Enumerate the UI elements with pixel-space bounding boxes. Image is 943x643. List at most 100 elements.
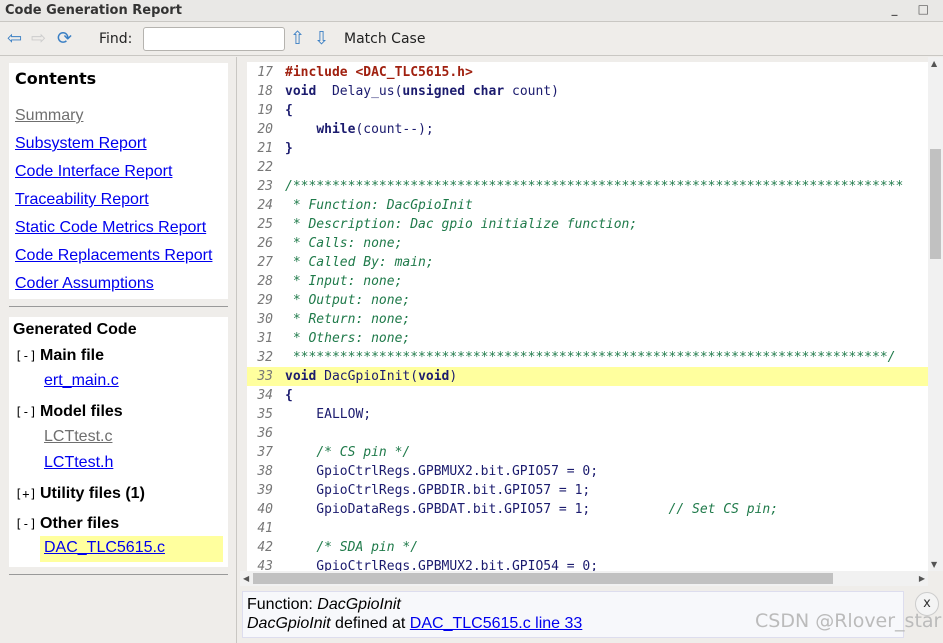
line-number: 26 [257, 236, 273, 251]
code-text: * Description: Dac gpio initialize funct… [285, 215, 637, 234]
code-line: 39 GpioCtrlRegs.GPBDIR.bit.GPIO57 = 1; [247, 481, 928, 500]
code-line: 30 * Return: none; [247, 310, 928, 329]
code-text: /* CS pin */ [285, 443, 410, 462]
code-line: 36 [247, 424, 928, 443]
code-text: #include <DAC_TLC5615.h> [285, 63, 473, 82]
divider [9, 574, 228, 575]
toolbar: ⇦ ⇨ ⟳ Find: ⇧ ⇩ Match Case [0, 23, 943, 56]
link-summary[interactable]: Summary [15, 107, 83, 125]
window-title: Code Generation Report [5, 3, 182, 18]
comment: * Return: none; [285, 312, 411, 327]
keyword: unsigned [402, 84, 466, 99]
code-text: * Others: none; [285, 329, 410, 348]
line-number: 41 [257, 521, 273, 536]
keyword: void [418, 369, 450, 384]
line-number: 38 [257, 464, 273, 479]
line-number: 37 [257, 445, 273, 460]
code-text: * Calls: none; [285, 234, 403, 253]
code-text: * Function: DacGpioInit [285, 196, 473, 215]
contents-heading: Contents [15, 69, 97, 88]
line-number: 42 [257, 540, 273, 555]
link-traceability-report[interactable]: Traceability Report [15, 191, 149, 209]
comment: * Output: none; [285, 293, 411, 308]
horizontal-scrollbar[interactable]: ◀ ▶ [240, 571, 928, 586]
code-text: void Delay_us(unsigned char count) [285, 82, 559, 101]
line-number: 24 [257, 198, 273, 213]
code-line: 31 * Others: none; [247, 329, 928, 348]
navigation-pane: Contents Summary Subsystem Report Code I… [0, 57, 237, 643]
function-name: DacGpioInit [317, 596, 401, 613]
code-token: GpioCtrlRegs.GPBMUX2.bit.GPIO57 = 0; [285, 464, 599, 479]
line-number: 35 [257, 407, 273, 422]
link-coder-assumptions[interactable]: Coder Assumptions [15, 275, 154, 293]
code-token: count) [504, 84, 559, 99]
code-line: 40 GpioDataRegs.GPBDAT.bit.GPIO57 = 1; /… [247, 500, 928, 519]
forward-icon[interactable]: ⇨ [31, 29, 46, 49]
code-token: GpioCtrlRegs.GPBDIR.bit.GPIO57 = 1; [285, 483, 591, 498]
main-file-toggle[interactable]: [-] [15, 349, 37, 363]
keyword: { [285, 388, 293, 403]
file-link-lcttest-h[interactable]: LCTtest.h [44, 454, 113, 472]
find-next-icon[interactable]: ⇩ [314, 29, 329, 49]
main-file-heading: Main file [40, 347, 105, 364]
code-text: GpioCtrlRegs.GPBMUX2.bit.GPIO54 = 0; [285, 557, 598, 571]
line-number: 19 [257, 103, 273, 118]
comment: * Input: none; [285, 274, 403, 289]
line-number: 22 [257, 160, 273, 175]
definition-link[interactable]: DAC_TLC5615.c line 33 [410, 615, 583, 632]
utility-files-heading: Utility files (1) [40, 485, 145, 502]
generated-code-panel: Generated Code [-] Main file ert_main.c … [9, 317, 228, 567]
code-line: 28 * Input: none; [247, 272, 928, 291]
code-line: 24 * Function: DacGpioInit [247, 196, 928, 215]
code-line: 29 * Output: none; [247, 291, 928, 310]
line-number: 23 [257, 179, 273, 194]
code-line: 35 EALLOW; [247, 405, 928, 424]
code-line: 33 void DacGpioInit(void) [247, 367, 928, 386]
keyword: } [285, 141, 293, 156]
horizontal-scroll-thumb[interactable] [253, 573, 833, 584]
code-token: Delay_us( [316, 84, 403, 99]
window-controls[interactable]: _ □ [891, 2, 937, 16]
find-label: Find: [99, 31, 133, 47]
code-line: 17 #include <DAC_TLC5615.h> [247, 63, 928, 82]
file-link-dac-tlc5615-c[interactable]: DAC_TLC5615.c [44, 539, 165, 557]
link-code-interface-report[interactable]: Code Interface Report [15, 163, 172, 181]
utility-files-toggle[interactable]: [+] [15, 487, 37, 501]
find-input[interactable] [143, 27, 285, 51]
line-number: 39 [257, 483, 273, 498]
model-files-heading: Model files [40, 403, 123, 420]
file-link-lcttest-c[interactable]: LCTtest.c [44, 428, 112, 446]
vertical-scrollbar[interactable]: ▲ ▼ [928, 57, 943, 571]
match-case-toggle[interactable]: Match Case [344, 31, 425, 47]
divider [9, 306, 228, 307]
line-number: 17 [257, 65, 273, 80]
refresh-icon[interactable]: ⟳ [57, 29, 72, 49]
code-text: GpioCtrlRegs.GPBMUX2.bit.GPIO57 = 0; [285, 462, 598, 481]
find-previous-icon[interactable]: ⇧ [290, 29, 305, 49]
keyword: void [285, 84, 317, 99]
function-label: Function: [247, 596, 313, 613]
link-subsystem-report[interactable]: Subsystem Report [15, 135, 147, 153]
window-title-bar: Code Generation Report _ □ [0, 0, 943, 22]
code-line: 32 *************************************… [247, 348, 928, 367]
line-number: 33 [257, 369, 273, 384]
code-text: { [285, 101, 293, 120]
other-files-toggle[interactable]: [-] [15, 517, 37, 531]
file-link-ert-main-c[interactable]: ert_main.c [44, 372, 119, 390]
line-number: 25 [257, 217, 273, 232]
comment: // Set CS pin; [668, 502, 779, 517]
code-line: 22 [247, 158, 928, 177]
link-code-replacements-report[interactable]: Code Replacements Report [15, 247, 212, 265]
code-line: 23 /*************************************… [247, 177, 928, 196]
line-number: 34 [257, 388, 273, 403]
code-line: 37 /* CS pin */ [247, 443, 928, 462]
back-icon[interactable]: ⇦ [7, 29, 22, 49]
vertical-scroll-thumb[interactable] [930, 149, 941, 259]
line-number: 36 [257, 426, 273, 441]
model-files-toggle[interactable]: [-] [15, 405, 37, 419]
code-text: while(count--); [285, 120, 433, 139]
comment: * Description: Dac gpio initialize funct… [285, 217, 638, 232]
comment: ****************************************… [285, 350, 896, 365]
link-static-code-metrics-report[interactable]: Static Code Metrics Report [15, 219, 206, 237]
